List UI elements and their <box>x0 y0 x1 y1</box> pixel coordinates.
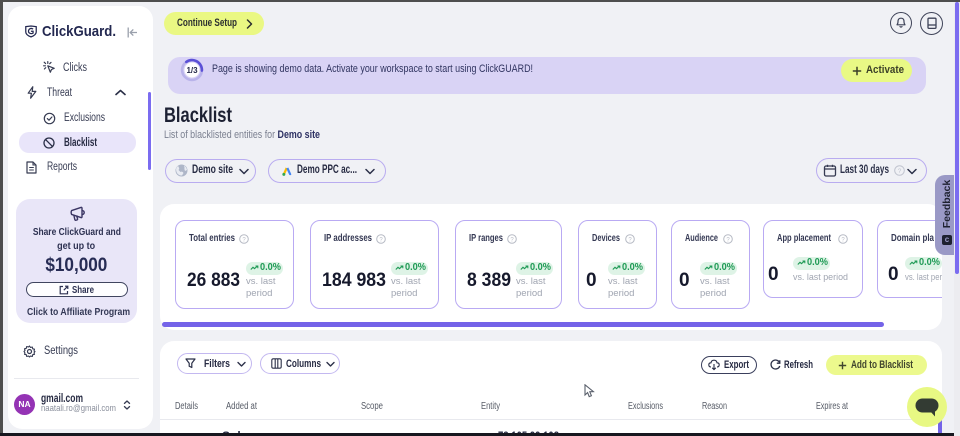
svg-text:?: ? <box>898 168 902 175</box>
svg-text:1/3: 1/3 <box>186 66 198 75</box>
